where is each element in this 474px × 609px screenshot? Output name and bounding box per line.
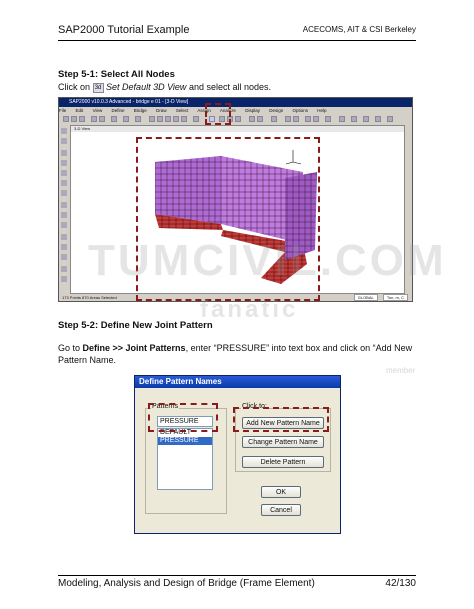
area-icon[interactable] [375,116,381,122]
callout-3d-view-button [205,103,231,125]
step1-text-pre: Click on [58,82,91,92]
step2-instruction: Go to Define >> Joint Patterns, enter “P… [58,342,413,366]
new-icon[interactable] [63,116,69,122]
display-options-icon[interactable] [271,116,277,122]
sap-toolbar [59,115,412,124]
callout-add-button [233,407,329,432]
open-icon[interactable] [71,116,77,122]
up-icon[interactable] [249,116,255,122]
page-footer: Modeling, Analysis and Design of Bridge … [58,575,416,590]
footer-title: Modeling, Analysis and Design of Bridge … [58,578,315,589]
watermark-sub: fanatic [200,296,299,323]
frame-icon[interactable] [363,116,369,122]
down-icon[interactable] [257,116,263,122]
show-deformed-icon[interactable] [305,116,311,122]
cancel-button[interactable]: Cancel [261,504,301,516]
ok-button[interactable]: OK [261,486,301,498]
lock-icon[interactable] [123,116,129,122]
page-header: SAP2000 Tutorial Example ACECOMS, AIT & … [58,24,416,41]
pointer-icon[interactable] [339,116,345,122]
step2-menu-path: Define >> Joint Patterns [82,343,186,353]
header-title: SAP2000 Tutorial Example [58,24,190,36]
menu-bridge[interactable]: Bridge [134,108,147,113]
show-loads-icon[interactable] [293,116,299,122]
status-coord-system[interactable]: GLOBAL [353,294,378,301]
watermark-main: TUMCIVIL.COM [88,236,447,285]
pan-icon[interactable] [165,116,171,122]
step1-view-name: Set Default 3D View [106,82,187,92]
header-credit: ACECOMS, AIT & CSI Berkeley [302,25,416,34]
status-units[interactable]: Ton, m, C [382,294,408,301]
reshape-icon[interactable] [61,138,67,144]
zoom-previous-icon[interactable] [181,116,187,122]
draw-frame-icon[interactable] [61,160,67,166]
intersect-icon[interactable] [61,266,67,272]
step2-title: Step 5-2: Define New Joint Pattern [58,320,213,331]
quick-frame-icon[interactable] [61,170,67,176]
menu-view[interactable]: View [93,108,103,113]
step1-title: Step 5-1: Select All Nodes [58,69,175,80]
status-right: GLOBAL Ton, m, C [353,294,408,301]
sap-left-toolbar [59,124,69,294]
define-pattern-names-dialog: Define Pattern Names Patterns PRESSURE D… [134,375,341,534]
select-all-icon[interactable] [61,234,67,240]
show-forces-icon[interactable] [313,116,319,122]
sap-menu-bar: File Edit View Define Bridge Draw Select… [59,107,412,115]
list-item[interactable]: PRESSURE [158,437,212,445]
sap-title-bar: SAP2000 v10.0.3 Advanced - bridge e 01 -… [59,98,412,107]
delete-pattern-button[interactable]: Delete Pattern [242,456,324,468]
zoom-out-icon[interactable] [157,116,163,122]
rotate-icon[interactable] [193,116,199,122]
status-selection: 173 Points 870 Areas Selected [62,295,117,300]
brace-icon[interactable] [61,180,67,186]
rect-area-icon[interactable] [61,212,67,218]
step2-text-pre: Go to [58,343,81,353]
refresh-icon[interactable] [111,116,117,122]
menu-draw[interactable]: Draw [156,108,167,113]
menu-edit[interactable]: Edit [76,108,84,113]
menu-display[interactable]: Display [245,108,260,113]
callout-pattern-input [148,403,218,432]
watermark-small: member [386,366,416,375]
solid-icon[interactable] [387,116,393,122]
3d-view-icon: 3d [92,82,104,93]
menu-options[interactable]: Options [293,108,309,113]
show-undeformed-icon[interactable] [285,116,291,122]
change-pattern-button[interactable]: Change Pattern Name [242,436,324,448]
menu-define[interactable]: Define [112,108,125,113]
dialog-title: Define Pattern Names [135,376,340,388]
joint-icon[interactable] [61,150,67,156]
get-previous-icon[interactable] [61,244,67,250]
menu-select[interactable]: Select [176,108,189,113]
undo-icon[interactable] [91,116,97,122]
page-number: 42/130 [385,578,416,589]
menu-design[interactable]: Design [269,108,283,113]
secondary-icon[interactable] [61,190,67,196]
run-icon[interactable] [135,116,141,122]
quick-area-icon[interactable] [61,222,67,228]
save-icon[interactable] [79,116,85,122]
step1-instruction: Click on 3d Set Default 3D View and sele… [58,81,413,93]
pointer-tool-icon[interactable] [61,128,67,134]
zoom-in-icon[interactable] [149,116,155,122]
draw-area-icon[interactable] [61,202,67,208]
snap-icon[interactable] [61,276,67,282]
menu-help[interactable]: Help [317,108,326,113]
grid-icon[interactable] [351,116,357,122]
yz-view-icon[interactable] [235,116,241,122]
menu-file[interactable]: File [59,108,66,113]
clear-selection-icon[interactable] [61,254,67,260]
redo-icon[interactable] [99,116,105,122]
step1-text-post: and select all nodes. [188,82,272,92]
select-icon[interactable] [325,116,331,122]
zoom-window-icon[interactable] [173,116,179,122]
pattern-list[interactable]: DEFAULT PRESSURE [157,428,213,490]
